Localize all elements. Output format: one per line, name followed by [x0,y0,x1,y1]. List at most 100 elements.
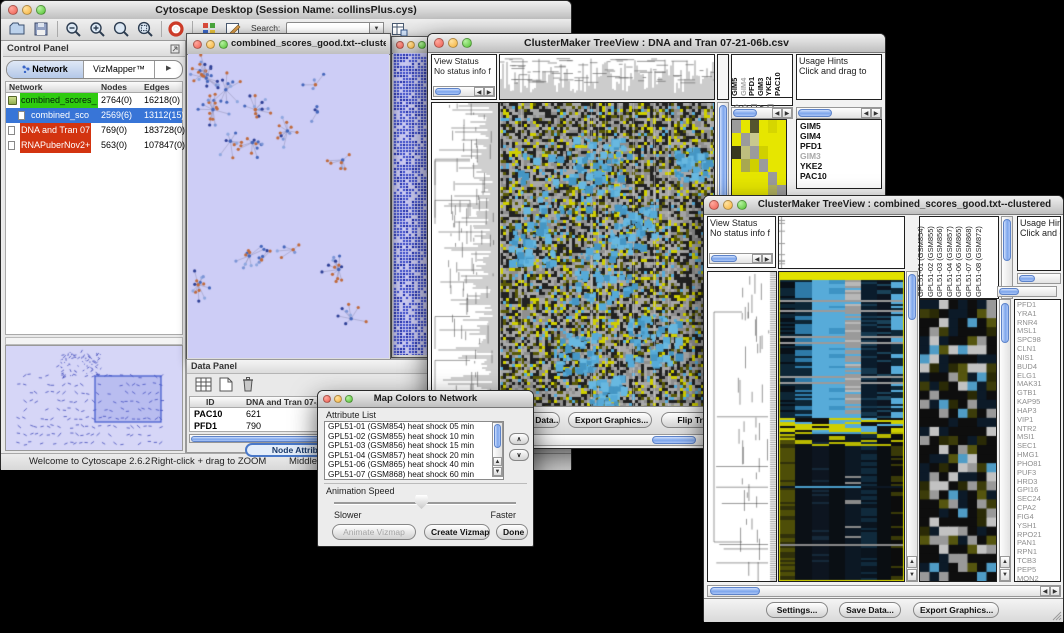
move-down-button[interactable]: ∨ [509,449,529,461]
network-view-canvas[interactable] [188,54,389,358]
scrollbar-thumb[interactable] [494,424,501,448]
combined_scores_[interactable]: combined_scores_2764(0)16218(0) [6,93,182,108]
network-overview-canvas[interactable] [6,346,182,450]
tv2-column-dendrogram-canvas[interactable] [779,217,904,268]
data-col-id[interactable]: ID [206,397,215,407]
create-vizmap-button[interactable]: Create Vizmap [424,524,490,540]
scroll-right-icon[interactable]: ▶ [871,108,881,118]
zoom-selected-icon[interactable] [137,21,154,38]
tv2-status-hscrollbar[interactable]: ◀ ▶ [709,253,773,264]
scrollbar-thumb[interactable] [710,587,760,595]
treeview2-titlebar[interactable]: ClusterMaker TreeView : combined_scores_… [704,196,1063,215]
attribute-item[interactable]: GPL51-04 (GSM857) heat shock 20 min [325,451,491,461]
close-icon[interactable] [396,41,404,49]
attribute-list-vscrollbar[interactable]: ▲ ▼ [492,422,503,477]
DNA and Tran 07[interactable]: DNA and Tran 07769(0)183728(0) [6,123,182,138]
scroll-right-icon[interactable]: ▶ [782,108,792,118]
tv1-column-dendrogram-canvas[interactable] [500,55,714,99]
attribute-table-icon[interactable] [195,377,212,392]
help-lifesaver-icon[interactable] [168,21,185,38]
tv1-summary-hscrollbar[interactable]: ◀ ▶ [731,107,793,119]
scroll-up-icon[interactable]: ▲ [907,556,917,568]
attribute-item[interactable]: GPL51-03 (GSM856) heat shock 15 min [325,441,491,451]
tv1-export-graphics-button[interactable]: Export Graphics... [568,412,652,428]
tv1-summary-heatmap[interactable] [731,119,787,199]
done-button[interactable]: Done [496,524,528,540]
tv1-gene-label[interactable]: GIM5 [800,121,881,131]
scrollbar-thumb[interactable] [733,109,757,117]
resize-grip[interactable] [1050,609,1062,621]
zoom-window-icon[interactable] [737,200,747,210]
float-panel-icon[interactable] [170,44,180,54]
zoom-window-icon[interactable] [418,41,426,49]
scroll-down-icon[interactable]: ▼ [493,467,502,476]
move-up-button[interactable]: ∧ [509,433,529,445]
dialog-titlebar[interactable]: Map Colors to Network [318,391,533,408]
attribute-item[interactable]: GPL51-01 (GSM854) heat shock 05 min [325,422,491,432]
tv2-export-graphics-button[interactable]: Export Graphics... [913,602,999,618]
tv2-summary-vscrollbar[interactable]: ▲ ▼ [999,299,1011,582]
save-icon[interactable] [33,21,49,37]
minimize-icon[interactable] [407,41,415,49]
tab-network[interactable]: Network [7,61,84,78]
attribute-item[interactable]: GPL51-06 (GSM865) heat shock 40 min [325,460,491,470]
scrollbar-thumb[interactable] [652,436,696,444]
scroll-left-icon[interactable]: ◀ [1040,586,1050,596]
tv2-usage-hscrollbar[interactable] [1017,273,1061,284]
zoom-out-icon[interactable] [65,21,82,38]
animate-vizmap-button[interactable]: Animate Vizmap [332,524,416,540]
scroll-left-icon[interactable]: ◀ [772,108,782,118]
scrollbar-thumb[interactable] [1003,219,1011,261]
scrollbar-thumb[interactable] [711,255,737,262]
scroll-right-icon[interactable]: ▶ [762,254,772,263]
scroll-down-icon[interactable]: ▼ [907,569,917,581]
tv1-gene-label[interactable]: PFD1 [800,141,881,151]
attribute-list[interactable]: GPL51-01 (GSM854) heat shock 05 minGPL51… [324,421,504,480]
tv1-row-dendrogram-canvas[interactable] [432,103,498,411]
attribute-item[interactable]: GPL51-02 (GSM855) heat shock 10 min [325,432,491,442]
scroll-left-icon[interactable]: ◀ [861,108,871,118]
tv2-heatmap-canvas[interactable] [779,272,904,581]
scrollbar-thumb[interactable] [908,274,916,320]
tv2-gene-label[interactable]: MON2 [1017,575,1060,582]
tv1-usage-hscrollbar[interactable]: ◀ ▶ [796,107,882,119]
tv1-heatmap-canvas[interactable] [500,103,714,411]
tv2-settings-button[interactable]: Settings... [766,602,828,618]
col-nodes[interactable]: Nodes [101,82,127,92]
tv2-genelist-hscrollbar[interactable] [997,286,1057,297]
network-window-titlebar[interactable]: combined_scores_good.txt--cluste... [187,34,390,55]
tv1-top-scroll-strip[interactable] [717,54,729,100]
scrollbar-thumb[interactable] [1019,275,1035,282]
open-file-icon[interactable] [9,21,26,37]
new-attribute-icon[interactable] [219,377,233,392]
scroll-left-icon[interactable]: ◀ [752,254,762,263]
tv1-gene-label[interactable]: GIM4 [800,131,881,141]
tv1-gene-label[interactable]: YKE2 [800,161,881,171]
tv1-gene-label[interactable]: PAC10 [800,171,881,181]
combined_sco[interactable]: combined_sco2569(6)13112(15) [6,108,182,123]
network-tree[interactable]: combined_scores_2764(0)16218(0)combined_… [5,93,183,335]
tv1-gene-label[interactable]: GIM3 [800,151,881,161]
scroll-up-icon[interactable]: ▲ [493,457,502,466]
close-icon[interactable] [193,40,202,49]
tv2-save-data-button[interactable]: Save Data... [839,602,901,618]
cytoscape-titlebar[interactable]: Cytoscape Desktop (Session Name: collins… [1,1,571,20]
export-table-icon[interactable] [391,21,408,37]
delete-attribute-icon[interactable] [241,376,255,392]
tv2-bottom-hscrollbar[interactable]: ◀ ▶ [707,585,1061,597]
scrollbar-thumb[interactable] [798,109,832,117]
speed-slider-thumb[interactable] [415,495,428,509]
tab-vizmapper[interactable]: VizMapper™ [84,61,156,78]
tv2-row-dendrogram-canvas[interactable] [708,272,776,581]
attribute-item[interactable]: GPL51-07 (GSM868) heat shock 60 min [325,470,491,480]
scrollbar-thumb[interactable] [999,288,1019,295]
RNAPuberNov2+[interactable]: RNAPuberNov2+563(0)107847(0) [6,138,182,153]
tv2-heatmap-vscrollbar[interactable]: ▲ ▼ [906,271,918,582]
close-icon[interactable] [709,200,719,210]
tab-overflow-icon[interactable]: ▶ [155,61,182,78]
zoom-fit-icon[interactable] [113,21,130,38]
scrollbar-thumb[interactable] [1001,303,1009,343]
tv2-summary-heatmap-canvas[interactable] [920,300,996,581]
scroll-left-icon[interactable]: ◀ [474,87,484,96]
treeview1-titlebar[interactable]: ClusterMaker TreeView : DNA and Tran 07-… [428,34,885,53]
